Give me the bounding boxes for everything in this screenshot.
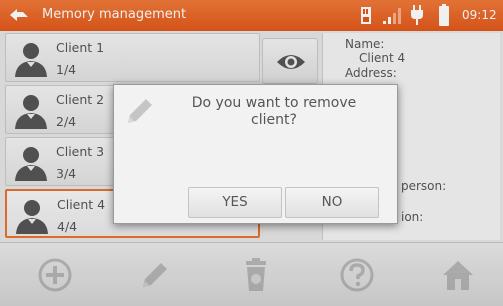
no-button[interactable]: NO: [285, 187, 379, 218]
remove-client-dialog: Do you want to remove client? YES NO: [113, 84, 398, 224]
yes-button[interactable]: YES: [188, 187, 282, 218]
dialog-message: Do you want to remove client?: [191, 95, 357, 128]
pencil-icon: [128, 99, 152, 123]
memory-management-screen: Memory management 09:12 Client 1 1/4 Cli…: [0, 0, 503, 306]
